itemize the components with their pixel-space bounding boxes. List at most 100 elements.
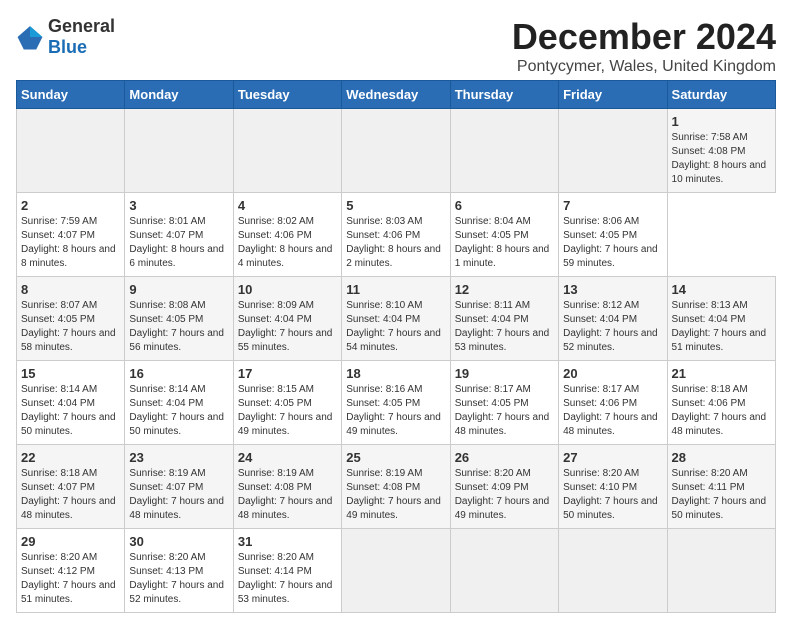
week-row-2: 2 Sunrise: 7:59 AMSunset: 4:07 PMDayligh…: [17, 193, 776, 277]
day-info: Sunrise: 8:09 AMSunset: 4:04 PMDaylight:…: [238, 300, 333, 353]
calendar-cell: 10 Sunrise: 8:09 AMSunset: 4:04 PMDaylig…: [233, 277, 341, 361]
calendar-cell: 29 Sunrise: 8:20 AMSunset: 4:12 PMDaylig…: [17, 529, 125, 613]
calendar-cell: [233, 109, 341, 193]
calendar-cell: 20 Sunrise: 8:17 AMSunset: 4:06 PMDaylig…: [559, 361, 667, 445]
day-header-friday: Friday: [559, 81, 667, 109]
header-row: SundayMondayTuesdayWednesdayThursdayFrid…: [17, 81, 776, 109]
day-info: Sunrise: 8:18 AMSunset: 4:07 PMDaylight:…: [21, 468, 116, 521]
day-number: 30: [129, 534, 228, 549]
calendar-cell: [342, 109, 450, 193]
calendar-cell: 11 Sunrise: 8:10 AMSunset: 4:04 PMDaylig…: [342, 277, 450, 361]
day-number: 8: [21, 282, 120, 297]
day-info: Sunrise: 8:19 AMSunset: 4:08 PMDaylight:…: [346, 468, 441, 521]
day-info: Sunrise: 8:07 AMSunset: 4:05 PMDaylight:…: [21, 300, 116, 353]
calendar-cell: 4 Sunrise: 8:02 AMSunset: 4:06 PMDayligh…: [233, 193, 341, 277]
day-header-tuesday: Tuesday: [233, 81, 341, 109]
logo-text: General Blue: [48, 16, 115, 58]
page-title: December 2024: [512, 16, 776, 58]
day-info: Sunrise: 8:17 AMSunset: 4:06 PMDaylight:…: [563, 384, 658, 437]
day-number: 11: [346, 282, 445, 297]
calendar-cell: 16 Sunrise: 8:14 AMSunset: 4:04 PMDaylig…: [125, 361, 233, 445]
day-number: 1: [672, 114, 771, 129]
header: General Blue December 2024 Pontycymer, W…: [16, 16, 776, 76]
day-number: 7: [563, 198, 662, 213]
calendar-cell: 19 Sunrise: 8:17 AMSunset: 4:05 PMDaylig…: [450, 361, 558, 445]
day-info: Sunrise: 8:11 AMSunset: 4:04 PMDaylight:…: [455, 300, 550, 353]
day-number: 18: [346, 366, 445, 381]
day-number: 2: [21, 198, 120, 213]
day-info: Sunrise: 8:19 AMSunset: 4:07 PMDaylight:…: [129, 468, 224, 521]
day-header-monday: Monday: [125, 81, 233, 109]
day-number: 17: [238, 366, 337, 381]
day-number: 16: [129, 366, 228, 381]
calendar-cell: [559, 109, 667, 193]
calendar-cell: 1 Sunrise: 7:58 AMSunset: 4:08 PMDayligh…: [667, 109, 775, 193]
calendar-cell: [667, 529, 775, 613]
day-number: 9: [129, 282, 228, 297]
day-number: 23: [129, 450, 228, 465]
day-info: Sunrise: 8:15 AMSunset: 4:05 PMDaylight:…: [238, 384, 333, 437]
day-info: Sunrise: 8:20 AMSunset: 4:13 PMDaylight:…: [129, 552, 224, 605]
day-info: Sunrise: 8:08 AMSunset: 4:05 PMDaylight:…: [129, 300, 224, 353]
day-info: Sunrise: 8:01 AMSunset: 4:07 PMDaylight:…: [129, 216, 224, 269]
calendar-cell: [450, 529, 558, 613]
day-number: 28: [672, 450, 771, 465]
day-number: 15: [21, 366, 120, 381]
day-info: Sunrise: 8:20 AMSunset: 4:12 PMDaylight:…: [21, 552, 116, 605]
calendar-cell: [342, 529, 450, 613]
calendar-cell: 7 Sunrise: 8:06 AMSunset: 4:05 PMDayligh…: [559, 193, 667, 277]
day-number: 6: [455, 198, 554, 213]
calendar-cell: 21 Sunrise: 8:18 AMSunset: 4:06 PMDaylig…: [667, 361, 775, 445]
day-info: Sunrise: 8:12 AMSunset: 4:04 PMDaylight:…: [563, 300, 658, 353]
day-number: 27: [563, 450, 662, 465]
day-info: Sunrise: 8:20 AMSunset: 4:14 PMDaylight:…: [238, 552, 333, 605]
calendar-cell: 25 Sunrise: 8:19 AMSunset: 4:08 PMDaylig…: [342, 445, 450, 529]
calendar-cell: 14 Sunrise: 8:13 AMSunset: 4:04 PMDaylig…: [667, 277, 775, 361]
day-number: 20: [563, 366, 662, 381]
day-number: 12: [455, 282, 554, 297]
day-info: Sunrise: 8:20 AMSunset: 4:09 PMDaylight:…: [455, 468, 550, 521]
calendar-cell: 26 Sunrise: 8:20 AMSunset: 4:09 PMDaylig…: [450, 445, 558, 529]
day-number: 24: [238, 450, 337, 465]
calendar-cell: [125, 109, 233, 193]
day-number: 13: [563, 282, 662, 297]
day-info: Sunrise: 8:13 AMSunset: 4:04 PMDaylight:…: [672, 300, 767, 353]
week-row-5: 22 Sunrise: 8:18 AMSunset: 4:07 PMDaylig…: [17, 445, 776, 529]
day-header-saturday: Saturday: [667, 81, 775, 109]
page-subtitle: Pontycymer, Wales, United Kingdom: [512, 58, 776, 76]
day-number: 29: [21, 534, 120, 549]
day-number: 14: [672, 282, 771, 297]
day-number: 4: [238, 198, 337, 213]
calendar-cell: 28 Sunrise: 8:20 AMSunset: 4:11 PMDaylig…: [667, 445, 775, 529]
calendar-cell: [450, 109, 558, 193]
logo: General Blue: [16, 16, 115, 58]
calendar-cell: 6 Sunrise: 8:04 AMSunset: 4:05 PMDayligh…: [450, 193, 558, 277]
calendar-cell: 12 Sunrise: 8:11 AMSunset: 4:04 PMDaylig…: [450, 277, 558, 361]
day-number: 3: [129, 198, 228, 213]
calendar-cell: 23 Sunrise: 8:19 AMSunset: 4:07 PMDaylig…: [125, 445, 233, 529]
calendar-cell: 3 Sunrise: 8:01 AMSunset: 4:07 PMDayligh…: [125, 193, 233, 277]
logo-icon: [16, 23, 44, 51]
day-info: Sunrise: 8:02 AMSunset: 4:06 PMDaylight:…: [238, 216, 333, 269]
day-info: Sunrise: 8:03 AMSunset: 4:06 PMDaylight:…: [346, 216, 441, 269]
title-area: December 2024 Pontycymer, Wales, United …: [512, 16, 776, 76]
day-header-thursday: Thursday: [450, 81, 558, 109]
day-number: 21: [672, 366, 771, 381]
day-info: Sunrise: 8:06 AMSunset: 4:05 PMDaylight:…: [563, 216, 658, 269]
day-info: Sunrise: 8:14 AMSunset: 4:04 PMDaylight:…: [21, 384, 116, 437]
day-info: Sunrise: 8:10 AMSunset: 4:04 PMDaylight:…: [346, 300, 441, 353]
day-info: Sunrise: 7:58 AMSunset: 4:08 PMDaylight:…: [672, 132, 767, 185]
calendar-cell: 30 Sunrise: 8:20 AMSunset: 4:13 PMDaylig…: [125, 529, 233, 613]
calendar-cell: 5 Sunrise: 8:03 AMSunset: 4:06 PMDayligh…: [342, 193, 450, 277]
day-info: Sunrise: 8:20 AMSunset: 4:11 PMDaylight:…: [672, 468, 767, 521]
day-info: Sunrise: 8:16 AMSunset: 4:05 PMDaylight:…: [346, 384, 441, 437]
day-header-wednesday: Wednesday: [342, 81, 450, 109]
calendar-cell: 27 Sunrise: 8:20 AMSunset: 4:10 PMDaylig…: [559, 445, 667, 529]
calendar-cell: 17 Sunrise: 8:15 AMSunset: 4:05 PMDaylig…: [233, 361, 341, 445]
day-info: Sunrise: 8:20 AMSunset: 4:10 PMDaylight:…: [563, 468, 658, 521]
day-number: 25: [346, 450, 445, 465]
week-row-6: 29 Sunrise: 8:20 AMSunset: 4:12 PMDaylig…: [17, 529, 776, 613]
day-info: Sunrise: 8:18 AMSunset: 4:06 PMDaylight:…: [672, 384, 767, 437]
day-number: 10: [238, 282, 337, 297]
day-info: Sunrise: 8:04 AMSunset: 4:05 PMDaylight:…: [455, 216, 550, 269]
